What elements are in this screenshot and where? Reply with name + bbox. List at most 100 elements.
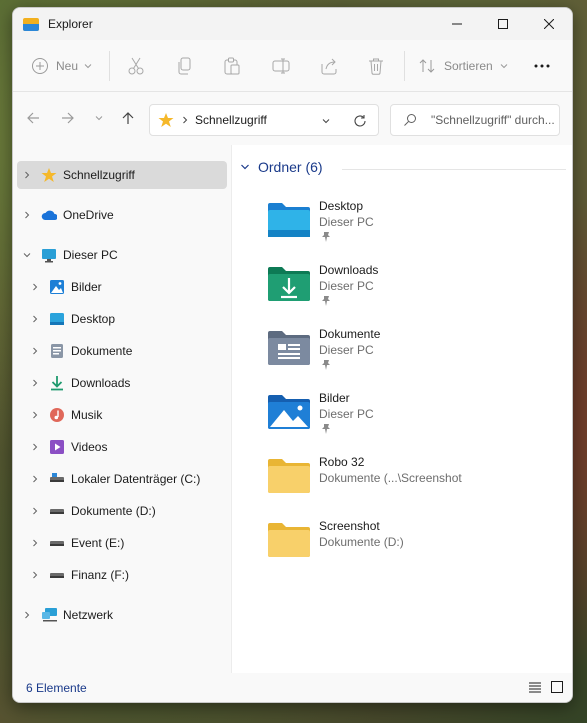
sort-icon: [419, 59, 435, 73]
path-box[interactable]: Schnellzugriff: [149, 104, 379, 136]
drive-icon: [49, 471, 65, 487]
documents-icon: [49, 343, 65, 359]
folder-tile-desktop[interactable]: Desktop Dieser PC: [266, 197, 566, 257]
chevron-right-icon[interactable]: [21, 209, 33, 221]
sidebar-item-label: Dokumente (D:): [71, 504, 156, 518]
more-options-button[interactable]: [533, 48, 551, 84]
chevron-right-icon[interactable]: [29, 313, 41, 325]
video-icon: [49, 439, 65, 455]
folder-tile-robo-32[interactable]: Robo 32 Dokumente (...\Screenshot: [266, 453, 566, 513]
more-icon: [534, 64, 550, 68]
copy-button[interactable]: [177, 48, 193, 84]
desktop-folder-icon: [268, 203, 310, 237]
folder-icon: [268, 459, 310, 493]
documents-folder-icon: [268, 331, 310, 365]
folders-group-header[interactable]: Ordner (6): [240, 159, 323, 175]
sidebar-item-label: Downloads: [71, 376, 131, 390]
tiles-view-button[interactable]: [550, 680, 564, 697]
search-input[interactable]: "Schnellzugriff" durch...: [390, 104, 560, 136]
sidebar-item-videos[interactable]: Videos: [17, 433, 227, 461]
paste-button[interactable]: [223, 48, 241, 84]
sidebar-item-label: Dokumente: [71, 344, 133, 358]
arrow-left-icon: [27, 112, 39, 124]
navigation-pane: Schnellzugriff OneDrive Dieser PC Bilder…: [13, 145, 231, 675]
folder-location: Dieser PC: [319, 407, 374, 421]
chevron-right-icon[interactable]: [29, 537, 41, 549]
chevron-right-icon[interactable]: [29, 281, 41, 293]
delete-button[interactable]: [367, 48, 385, 84]
sidebar-item-this-pc[interactable]: Dieser PC: [17, 241, 227, 269]
maximize-button[interactable]: [480, 8, 526, 40]
cut-button[interactable]: [127, 48, 145, 84]
sort-button[interactable]: Sortieren: [418, 48, 509, 84]
refresh-icon: [354, 115, 366, 127]
share-icon: [321, 58, 337, 75]
chevron-right-icon[interactable]: [29, 377, 41, 389]
network-icon: [41, 607, 57, 623]
folder-tile-downloads[interactable]: Downloads Dieser PC: [266, 261, 566, 321]
chevron-down-icon: [95, 116, 103, 121]
new-label: Neu: [56, 59, 79, 73]
sidebar-item-desktop[interactable]: Desktop: [17, 305, 227, 333]
group-title: Ordner (6): [258, 159, 323, 175]
music-icon: [49, 407, 65, 423]
minimize-button[interactable]: [434, 8, 480, 40]
drive-icon: [49, 535, 65, 551]
clipboard-icon: [224, 57, 240, 75]
sidebar-item-pictures[interactable]: Bilder: [17, 273, 227, 301]
chevron-down-icon[interactable]: [21, 249, 33, 261]
chevron-right-icon[interactable]: [29, 441, 41, 453]
folder-location: Dieser PC: [319, 343, 374, 357]
sidebar-item-documents[interactable]: Dokumente: [17, 337, 227, 365]
new-button[interactable]: Neu: [31, 48, 93, 84]
sidebar-item-quick-access[interactable]: Schnellzugriff: [17, 161, 227, 189]
chevron-right-icon[interactable]: [21, 169, 33, 181]
folder-location: Dieser PC: [319, 279, 374, 293]
sidebar-item-label: Finanz (F:): [71, 568, 130, 582]
sidebar-item-drive-f[interactable]: Finanz (F:): [17, 561, 227, 589]
pin-icon: [322, 424, 330, 434]
rename-button[interactable]: [271, 48, 291, 84]
close-button[interactable]: [526, 8, 572, 40]
folder-tile-documents[interactable]: Dokumente Dieser PC: [266, 325, 566, 385]
folder-tile-screenshot[interactable]: Screenshot Dokumente (D:): [266, 517, 566, 577]
recent-locations-button[interactable]: [87, 108, 111, 128]
star-icon: [158, 113, 174, 127]
folder-name: Screenshot: [319, 519, 380, 533]
sidebar-item-drive-d[interactable]: Dokumente (D:): [17, 497, 227, 525]
sidebar-item-drive-e[interactable]: Event (E:): [17, 529, 227, 557]
sidebar-item-label: Dieser PC: [63, 248, 118, 262]
sidebar-item-onedrive[interactable]: OneDrive: [17, 201, 227, 229]
status-bar: 6 Elemente: [13, 673, 572, 702]
back-button[interactable]: [21, 108, 45, 128]
star-icon: [41, 167, 57, 183]
search-icon: [404, 114, 416, 126]
chevron-right-icon[interactable]: [29, 505, 41, 517]
chevron-right-icon[interactable]: [29, 473, 41, 485]
sidebar-item-network[interactable]: Netzwerk: [17, 601, 227, 629]
folder-tile-pictures[interactable]: Bilder Dieser PC: [266, 389, 566, 449]
group-divider: [342, 169, 566, 170]
sidebar-item-music[interactable]: Musik: [17, 401, 227, 429]
sidebar-item-drive-c[interactable]: Lokaler Datenträger (C:): [17, 465, 227, 493]
title-bar[interactable]: Explorer: [13, 8, 572, 40]
forward-button[interactable]: [56, 108, 80, 128]
chevron-right-icon[interactable]: [29, 345, 41, 357]
explorer-app-icon: [23, 17, 39, 31]
sidebar-item-label: Bilder: [71, 280, 102, 294]
pin-icon: [322, 296, 330, 306]
content-pane: Ordner (6) Desktop Dieser PC Downloads D…: [232, 145, 572, 675]
up-button[interactable]: [116, 108, 140, 128]
details-view-button[interactable]: [528, 680, 542, 697]
desktop-icon: [49, 311, 65, 327]
toolbar-separator: [109, 51, 110, 81]
download-icon: [49, 375, 65, 391]
address-bar: Schnellzugriff "Schnellzugriff" durch...: [13, 92, 572, 144]
share-button[interactable]: [319, 48, 339, 84]
sidebar-item-downloads[interactable]: Downloads: [17, 369, 227, 397]
chevron-right-icon[interactable]: [29, 409, 41, 421]
path-segment[interactable]: Schnellzugriff: [195, 113, 267, 127]
chevron-right-icon[interactable]: [21, 609, 33, 621]
chevron-right-icon[interactable]: [29, 569, 41, 581]
folder-name: Robo 32: [319, 455, 365, 469]
